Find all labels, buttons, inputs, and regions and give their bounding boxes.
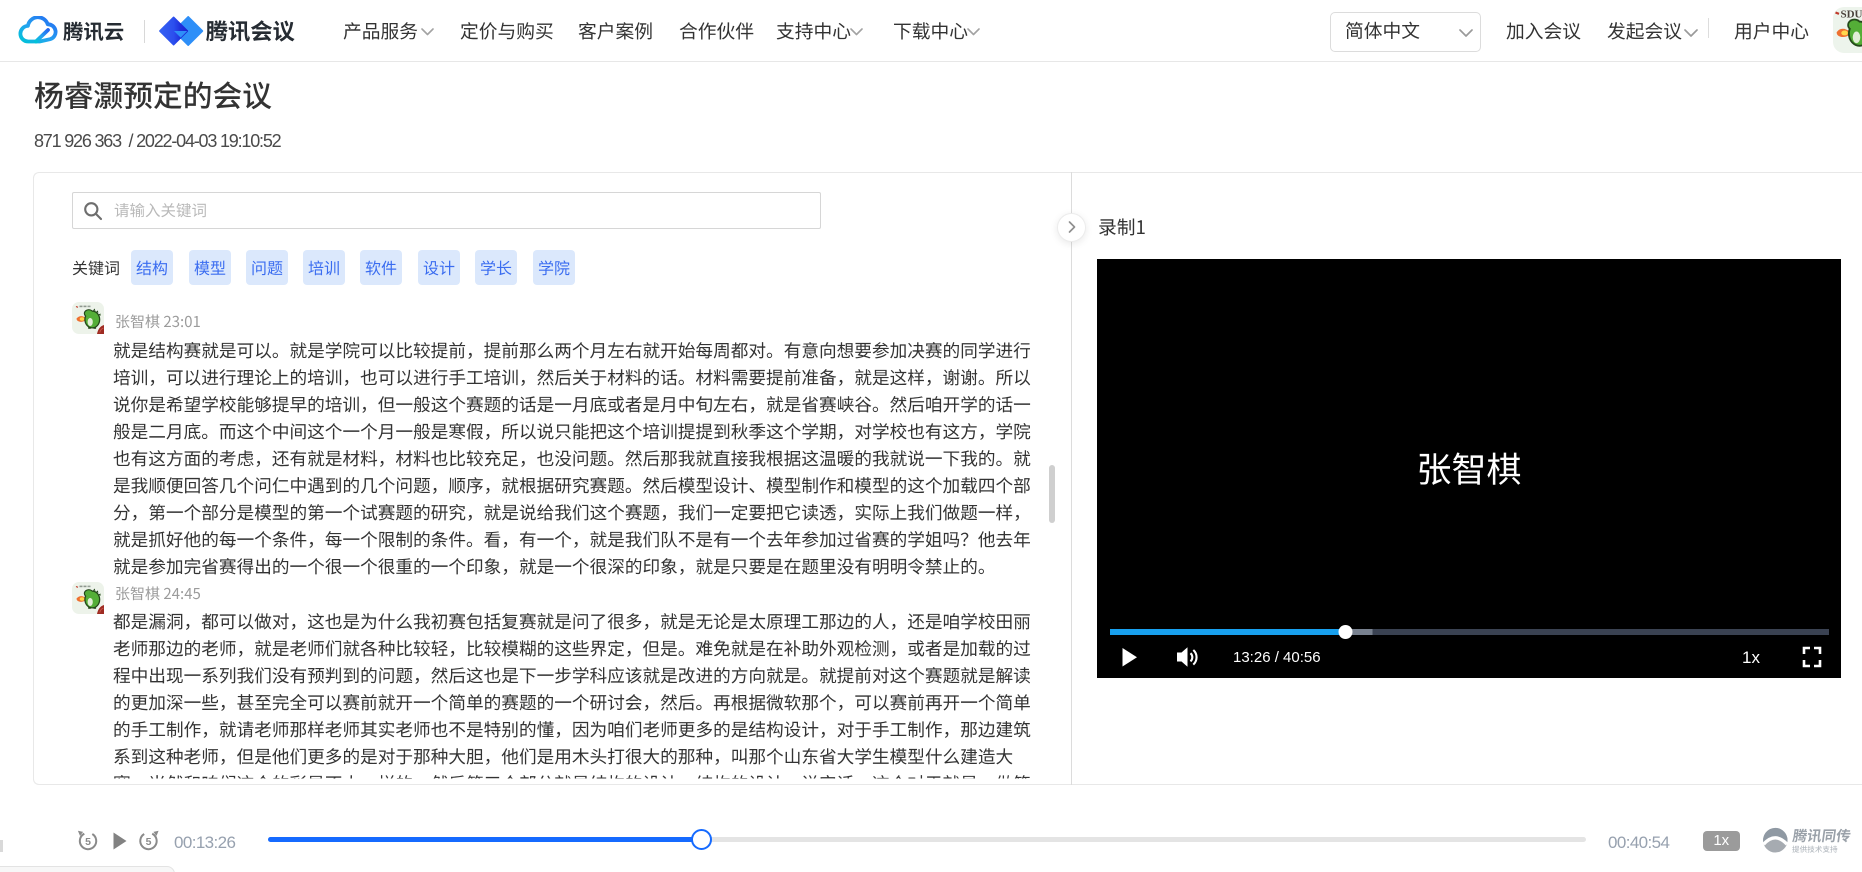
svg-text:5: 5 xyxy=(85,836,91,848)
svg-text:5: 5 xyxy=(146,836,152,848)
svg-text:SDU: SDU xyxy=(1841,9,1862,21)
